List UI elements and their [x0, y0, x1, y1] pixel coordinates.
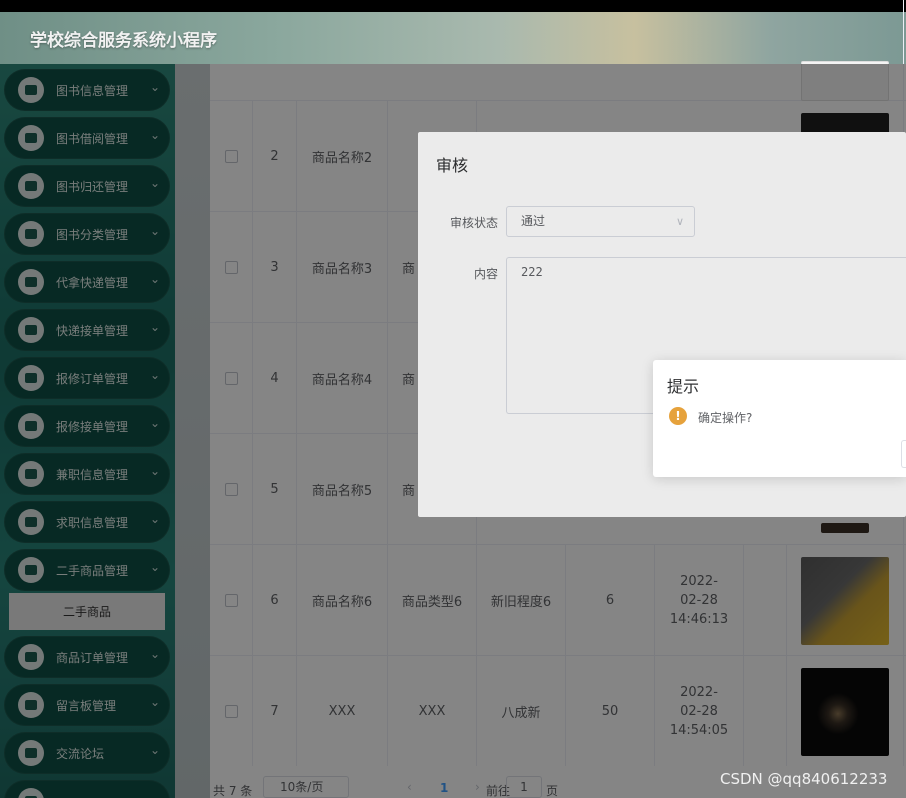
- messagebox-title: 提示: [667, 377, 700, 396]
- confirm-messagebox: 提示 ! 确定操作?: [653, 360, 906, 477]
- warning-icon: !: [669, 407, 687, 425]
- messagebox-message: 确定操作?: [698, 411, 753, 425]
- app-title: 学校综合服务系统小程序: [30, 31, 217, 51]
- cancel-button[interactable]: [901, 440, 906, 468]
- watermark: CSDN @qq840612233: [720, 770, 888, 788]
